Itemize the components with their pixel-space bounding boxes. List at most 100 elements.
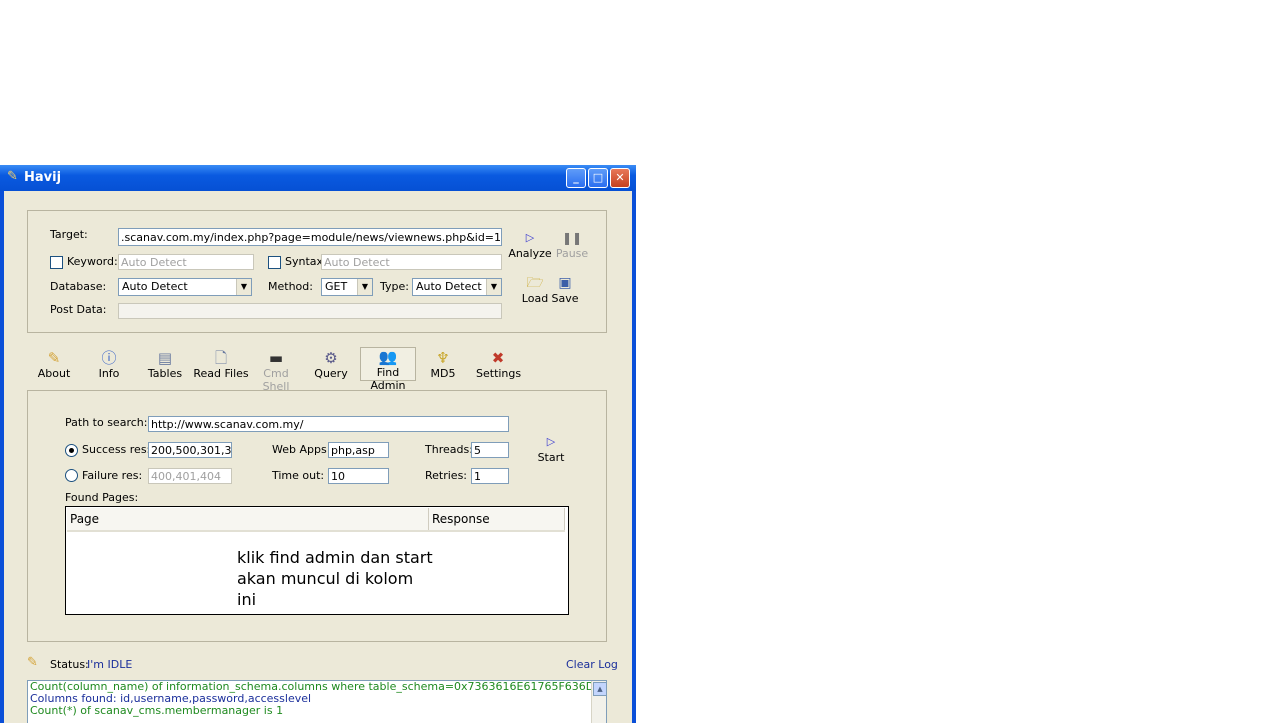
analyze-button[interactable]: ▷ Analyze bbox=[508, 229, 552, 260]
webapps-label: Web Apps: bbox=[272, 443, 331, 456]
column-header-page[interactable]: Page bbox=[67, 508, 429, 530]
md5-icon: ♆ bbox=[436, 349, 450, 367]
tab-about[interactable]: ✎ About bbox=[34, 349, 74, 380]
tab-read-files[interactable]: 🗋 Read Files bbox=[193, 349, 249, 380]
havij-window: ✎ Havij _ □ ✕ Target: .scanav.com.my/ind… bbox=[0, 165, 636, 723]
pause-icon: ❚❚ bbox=[561, 231, 583, 245]
query-icon: ⚙ bbox=[324, 349, 338, 367]
column-header-response[interactable]: Response bbox=[429, 508, 565, 530]
post-data-label: Post Data: bbox=[50, 303, 107, 316]
type-select-value: Auto Detect bbox=[416, 280, 482, 293]
find-admin-panel: Path to search: http://www.scanav.com.my… bbox=[27, 390, 607, 642]
failure-radio[interactable] bbox=[65, 469, 78, 482]
syntax-input[interactable]: Auto Detect bbox=[321, 254, 502, 270]
timeout-input[interactable]: 10 bbox=[328, 468, 389, 484]
webapps-input[interactable]: php,asp bbox=[328, 442, 389, 458]
play-icon: ▷ bbox=[546, 435, 556, 448]
database-select[interactable]: Auto Detect ▼ bbox=[118, 278, 252, 296]
keyword-input[interactable]: Auto Detect bbox=[118, 254, 254, 270]
load-label: Load bbox=[521, 292, 549, 305]
log-scrollbar[interactable]: ▲ bbox=[591, 681, 606, 723]
found-pages-label: Found Pages: bbox=[65, 491, 139, 504]
save-label: Save bbox=[551, 292, 579, 305]
tab-query[interactable]: ⚙ Query bbox=[311, 349, 351, 380]
success-radio[interactable] bbox=[65, 444, 78, 457]
tab-find-admin[interactable]: 👥 Find Admin bbox=[360, 347, 416, 392]
tab-settings-label: Settings bbox=[476, 367, 522, 380]
floppy-disk-icon: ▣ bbox=[558, 275, 572, 291]
chevron-down-icon[interactable]: ▼ bbox=[486, 279, 501, 295]
tab-info[interactable]: ⓘ Info bbox=[91, 349, 127, 380]
window-title: Havij bbox=[24, 170, 62, 185]
status-label: Status: bbox=[50, 658, 89, 671]
target-label: Target: bbox=[50, 228, 88, 241]
failure-input[interactable]: 400,401,404 bbox=[148, 468, 232, 484]
keyword-label: Keyword: bbox=[67, 255, 118, 268]
tab-info-label: Info bbox=[98, 367, 120, 380]
havij-app-icon: ✎ bbox=[7, 169, 18, 184]
tab-find-admin-label: Find Admin bbox=[370, 366, 406, 392]
type-select[interactable]: Auto Detect ▼ bbox=[412, 278, 502, 296]
target-url-input[interactable]: .scanav.com.my/index.php?page=module/new… bbox=[118, 228, 502, 246]
keyword-checkbox[interactable] bbox=[50, 256, 63, 269]
status-icon: ✎ bbox=[27, 655, 38, 670]
window-client-area: Target: .scanav.com.my/index.php?page=mo… bbox=[4, 191, 632, 723]
threads-input[interactable]: 5 bbox=[471, 442, 509, 458]
pause-label: Pause bbox=[555, 247, 589, 260]
scroll-up-icon[interactable]: ▲ bbox=[593, 682, 606, 696]
file-icon: 🗋 bbox=[214, 349, 228, 367]
method-select[interactable]: GET ▼ bbox=[321, 278, 373, 296]
success-label: Success res: bbox=[82, 443, 151, 456]
tab-tables[interactable]: ▤ Tables bbox=[144, 349, 186, 380]
tab-about-label: About bbox=[37, 367, 71, 380]
close-button[interactable]: ✕ bbox=[610, 168, 630, 188]
analyze-label: Analyze bbox=[508, 247, 552, 260]
info-icon: ⓘ bbox=[101, 349, 117, 367]
table-icon: ▤ bbox=[157, 349, 173, 367]
folder-open-icon: 🗁 bbox=[526, 275, 544, 291]
log-line: Count(*) of scanav_cms.membermanager is … bbox=[30, 704, 284, 717]
play-icon: ▷ bbox=[525, 231, 535, 244]
method-select-value: GET bbox=[325, 280, 348, 293]
chevron-down-icon[interactable]: ▼ bbox=[357, 279, 372, 295]
target-group: Target: .scanav.com.my/index.php?page=mo… bbox=[27, 210, 607, 333]
chevron-down-icon[interactable]: ▼ bbox=[236, 279, 251, 295]
log-textarea[interactable]: Count(column_name) of information_schema… bbox=[27, 680, 607, 723]
save-button[interactable]: ▣ Save bbox=[548, 274, 582, 305]
path-input[interactable]: http://www.scanav.com.my/ bbox=[148, 416, 509, 432]
minimize-button[interactable]: _ bbox=[566, 168, 586, 188]
title-bar[interactable]: ✎ Havij _ □ ✕ bbox=[0, 165, 636, 191]
failure-label: Failure res: bbox=[82, 469, 143, 482]
post-data-input[interactable] bbox=[118, 303, 502, 319]
settings-tools-icon: ✖ bbox=[491, 349, 505, 367]
tab-read-files-label: Read Files bbox=[193, 367, 249, 380]
syntax-checkbox[interactable] bbox=[268, 256, 281, 269]
tab-tables-label: Tables bbox=[147, 367, 183, 380]
path-label: Path to search: bbox=[65, 416, 148, 429]
start-button[interactable]: ▷ Start bbox=[533, 433, 569, 464]
method-label: Method: bbox=[268, 280, 313, 293]
pause-button[interactable]: ❚❚ Pause bbox=[552, 229, 592, 260]
console-icon: ▬ bbox=[268, 349, 284, 367]
threads-label: Threads: bbox=[425, 443, 473, 456]
admin-users-icon: 👥 bbox=[378, 348, 398, 366]
clear-log-link[interactable]: Clear Log bbox=[566, 658, 618, 671]
retries-input[interactable]: 1 bbox=[471, 468, 509, 484]
load-button[interactable]: 🗁 Load bbox=[518, 274, 552, 305]
tab-settings[interactable]: ✖ Settings bbox=[476, 349, 522, 380]
list-header: Page Response bbox=[67, 508, 565, 532]
tab-cmd-shell[interactable]: ▬ Cmd Shell bbox=[250, 349, 302, 393]
status-value: I'm IDLE bbox=[87, 658, 133, 671]
timeout-label: Time out: bbox=[272, 469, 325, 482]
found-pages-list[interactable]: Page Response klik find admin dan start … bbox=[65, 506, 569, 615]
tab-query-label: Query bbox=[314, 367, 348, 380]
database-select-value: Auto Detect bbox=[122, 280, 188, 293]
type-label: Type: bbox=[380, 280, 409, 293]
database-label: Database: bbox=[50, 280, 107, 293]
maximize-button[interactable]: □ bbox=[588, 168, 608, 188]
retries-label: Retries: bbox=[425, 469, 468, 482]
tab-md5[interactable]: ♆ MD5 bbox=[425, 349, 461, 380]
success-input[interactable]: 200,500,301,3 bbox=[148, 442, 232, 458]
about-icon: ✎ bbox=[47, 349, 61, 367]
tab-md5-label: MD5 bbox=[430, 367, 456, 380]
